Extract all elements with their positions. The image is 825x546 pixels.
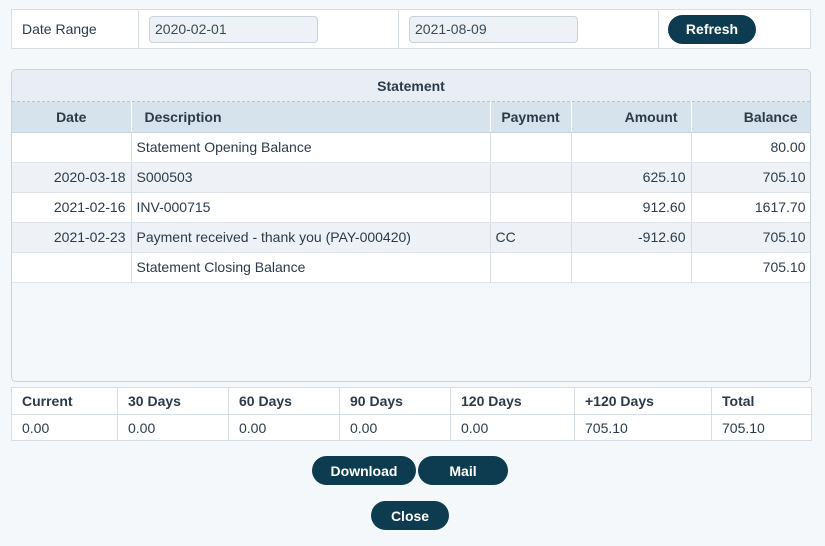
row-payment — [490, 192, 572, 223]
aging-value-60-days: 0.00 — [228, 414, 340, 441]
aging-header-row: Current 30 Days 60 Days 90 Days 120 Days… — [11, 387, 812, 415]
close-button[interactable]: Close — [371, 501, 449, 530]
row-amount: 625.10 — [571, 162, 692, 193]
action-buttons: Download Mail — [0, 456, 825, 485]
date-to-cell — [399, 10, 659, 48]
row-payment — [490, 132, 572, 163]
aging-value-over-120-days: 705.10 — [574, 414, 712, 441]
row-date: 2020-03-18 — [12, 162, 132, 193]
table-row[interactable]: 2021-02-16 INV-000715 912.60 1617.70 — [12, 192, 810, 223]
date-from-cell — [139, 10, 399, 48]
row-payment — [490, 162, 572, 193]
row-payment: CC — [490, 222, 572, 253]
aging-header-120-days: 120 Days — [450, 387, 575, 415]
row-description: Payment received - thank you (PAY-000420… — [131, 222, 491, 253]
aging-value-120-days: 0.00 — [450, 414, 575, 441]
aging-header-30-days: 30 Days — [117, 387, 229, 415]
row-payment — [490, 252, 572, 283]
aging-header-current: Current — [11, 387, 118, 415]
download-button[interactable]: Download — [312, 456, 416, 485]
row-date: 2021-02-16 — [12, 192, 132, 223]
row-amount: 912.60 — [571, 192, 692, 223]
statement-title: Statement — [12, 70, 810, 102]
row-amount: -912.60 — [571, 222, 692, 253]
date-from-input[interactable] — [149, 15, 318, 43]
refresh-button[interactable]: Refresh — [668, 14, 756, 44]
column-header-date[interactable]: Date — [12, 102, 132, 133]
row-amount — [571, 132, 692, 163]
row-balance: 1617.70 — [691, 192, 810, 223]
row-amount — [571, 252, 692, 283]
row-balance: 705.10 — [691, 222, 810, 253]
table-row[interactable]: Statement Closing Balance 705.10 — [12, 252, 810, 283]
row-balance: 705.10 — [691, 252, 810, 283]
row-description: Statement Closing Balance — [131, 252, 491, 283]
row-date — [12, 252, 132, 283]
row-date: 2021-02-23 — [12, 222, 132, 253]
aging-value-total: 705.10 — [711, 414, 812, 441]
table-row[interactable]: Statement Opening Balance 80.00 — [12, 132, 810, 163]
table-row[interactable]: 2020-03-18 S000503 625.10 705.10 — [12, 162, 810, 193]
row-description: S000503 — [131, 162, 491, 193]
date-to-input[interactable] — [409, 15, 578, 43]
date-range-bar: Date Range Refresh — [11, 9, 811, 49]
row-description: Statement Opening Balance — [131, 132, 491, 163]
column-header-amount[interactable]: Amount — [571, 102, 692, 133]
aging-header-total: Total — [711, 387, 812, 415]
row-balance: 705.10 — [691, 162, 810, 193]
row-date — [12, 132, 132, 163]
aging-value-row: 0.00 0.00 0.00 0.00 0.00 705.10 705.10 — [11, 414, 812, 441]
aging-header-60-days: 60 Days — [228, 387, 340, 415]
date-range-label: Date Range — [12, 10, 139, 48]
column-header-balance[interactable]: Balance — [691, 102, 810, 133]
row-description: INV-000715 — [131, 192, 491, 223]
mail-button[interactable]: Mail — [418, 456, 508, 485]
row-balance: 80.00 — [691, 132, 810, 163]
statement-panel: Statement Date Description Payment Amoun… — [11, 69, 811, 382]
aging-header-over-120-days: +120 Days — [574, 387, 712, 415]
column-header-payment[interactable]: Payment — [490, 102, 572, 133]
column-header-description[interactable]: Description — [131, 102, 491, 133]
aging-summary-table: Current 30 Days 60 Days 90 Days 120 Days… — [11, 387, 812, 441]
refresh-cell: Refresh — [659, 10, 810, 48]
table-row[interactable]: 2021-02-23 Payment received - thank you … — [12, 222, 810, 253]
statement-table: Date Description Payment Amount Balance … — [12, 102, 810, 283]
aging-header-90-days: 90 Days — [339, 387, 451, 415]
statement-header-row: Date Description Payment Amount Balance — [12, 102, 810, 133]
aging-value-current: 0.00 — [11, 414, 118, 441]
aging-value-90-days: 0.00 — [339, 414, 451, 441]
aging-value-30-days: 0.00 — [117, 414, 229, 441]
